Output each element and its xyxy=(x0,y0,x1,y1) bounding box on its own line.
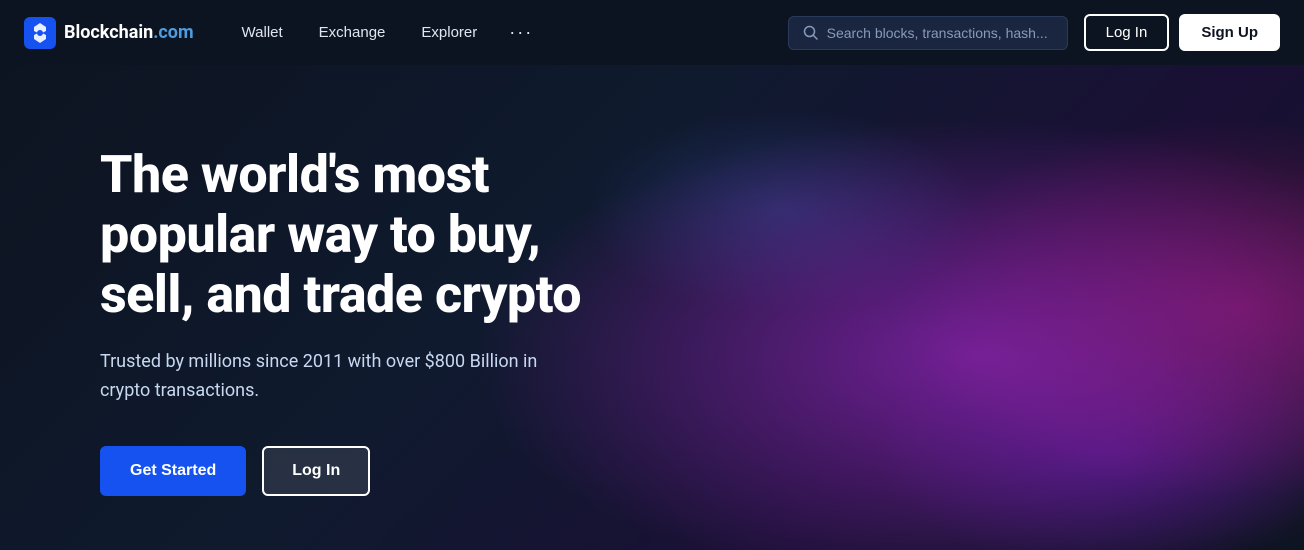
hero-content: The world's most popular way to buy, sel… xyxy=(0,65,700,550)
logo-brand-suffix: .com xyxy=(153,22,193,43)
logo-brand-name: Blockchain xyxy=(64,22,153,43)
logo-link[interactable]: Blockchain .com xyxy=(24,17,194,49)
hero-subtitle: Trusted by millions since 2011 with over… xyxy=(100,348,580,406)
nav-links: Wallet Exchange Explorer ··· xyxy=(226,14,788,51)
nav-item-exchange[interactable]: Exchange xyxy=(303,16,402,49)
hero-login-button[interactable]: Log In xyxy=(262,446,370,496)
get-started-button[interactable]: Get Started xyxy=(100,446,246,496)
navbar-login-button[interactable]: Log In xyxy=(1084,14,1170,51)
navbar: Blockchain .com Wallet Exchange Explorer… xyxy=(0,0,1304,65)
search-input[interactable] xyxy=(827,25,1053,41)
hero-title: The world's most popular way to buy, sel… xyxy=(100,145,600,324)
navbar-signup-button[interactable]: Sign Up xyxy=(1179,14,1280,51)
nav-item-wallet[interactable]: Wallet xyxy=(226,16,299,49)
blockchain-logo-icon xyxy=(24,17,56,49)
nav-item-explorer[interactable]: Explorer xyxy=(405,16,493,49)
hero-buttons: Get Started Log In xyxy=(100,446,600,496)
search-icon xyxy=(803,25,819,41)
search-area xyxy=(788,16,1068,50)
nav-more-button[interactable]: ··· xyxy=(497,14,545,51)
hero-section: The world's most popular way to buy, sel… xyxy=(0,65,1304,550)
